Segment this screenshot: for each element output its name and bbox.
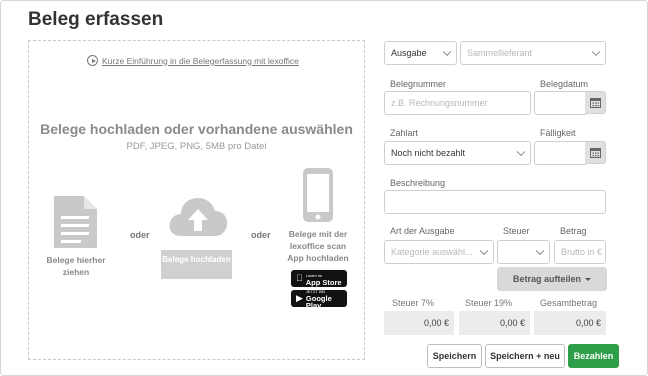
gesamt-value: 0,00 € (534, 311, 606, 335)
split-amount-label: Betrag aufteilen (512, 274, 581, 284)
zahlart-value: Noch nicht bezahlt (391, 148, 466, 158)
save-new-button[interactable]: Speichern + neu (485, 344, 565, 368)
betrag-label: Betrag (560, 226, 587, 236)
upload-formats: PDF, JPEG, PNG, 5MB pro Datei (126, 141, 267, 152)
app-label: Belege mit der lexoffice scan App hochla… (287, 229, 349, 263)
beschreibung-input[interactable] (384, 190, 606, 214)
google-play-big: Google Play (305, 294, 332, 310)
art-label: Art der Ausgabe (390, 226, 455, 236)
split-amount-button[interactable]: Betrag aufteilen (497, 267, 607, 291)
document-icon (54, 196, 97, 248)
steuer19-value: 0,00 € (459, 311, 530, 335)
steuer7-label: Steuer 7% (392, 298, 435, 308)
pay-button[interactable]: Bezahlen (568, 344, 619, 368)
steuer19-label: Steuer 19% (465, 298, 513, 308)
chevron-down-icon (479, 246, 489, 256)
belegdatum-input[interactable] (534, 91, 586, 115)
upload-dropzone[interactable]: Kurze Einführung in die Belegerfassung m… (28, 40, 365, 360)
or-label-2: oder (251, 230, 271, 240)
betrag-input[interactable]: Brutto in € (554, 240, 606, 264)
app-store-big: App Store (299, 277, 342, 287)
calendar-button[interactable] (585, 141, 606, 164)
calendar-button[interactable] (585, 91, 606, 114)
vendor-select[interactable]: Sammellieferant (460, 41, 606, 65)
cloud-upload-icon (169, 198, 228, 236)
drag-label: Belege hierher ziehen (46, 255, 106, 277)
intro-link[interactable]: Kurze Einführung in die Belegerfassung m… (87, 55, 299, 66)
steuer7-value: 0,00 € (384, 311, 454, 335)
app-store-badge[interactable]:  Laden im App Store (291, 270, 347, 287)
google-play-badge[interactable]: ▶ JETZT BEI Google Play (291, 289, 347, 310)
belegnummer-placeholder: z.B. Rechnungsnummer (391, 98, 488, 108)
calendar-icon (589, 148, 601, 158)
belegdatum-label: Belegdatum (540, 79, 589, 89)
intro-link-text: Kurze Einführung in die Belegerfassung m… (102, 55, 299, 66)
upload-button[interactable]: Belege hochladen (161, 250, 232, 279)
type-select-value: Ausgabe (391, 48, 427, 58)
type-select[interactable]: Ausgabe (384, 41, 457, 65)
faelligkeit-input[interactable] (534, 141, 586, 165)
betrag-placeholder: Brutto in € (561, 247, 603, 257)
beschreibung-label: Beschreibung (390, 178, 446, 188)
steuer-label: Steuer (503, 226, 530, 236)
art-select[interactable]: Kategorie auswähl... (384, 240, 494, 264)
belegnummer-label: Belegnummer (390, 79, 447, 89)
caret-down-icon (585, 277, 591, 281)
play-store-icon: ▶ (296, 293, 303, 303)
chevron-down-icon (516, 147, 526, 157)
gesamt-label: Gesamtbetrag (540, 298, 598, 308)
chevron-down-icon (442, 47, 452, 57)
vendor-placeholder: Sammellieferant (467, 48, 533, 58)
save-button[interactable]: Speichern (427, 344, 482, 368)
page-title: Beleg erfassen (28, 9, 164, 30)
zahlart-select[interactable]: Noch nicht bezahlt (384, 141, 531, 165)
apple-icon:  (296, 274, 303, 283)
smartphone-icon (303, 168, 333, 222)
chevron-down-icon (535, 246, 545, 256)
chevron-down-icon (591, 47, 601, 57)
upload-heading: Belege hochladen oder vorhandene auswähl… (40, 121, 353, 137)
steuer-select[interactable] (497, 240, 550, 264)
or-label-1: oder (130, 230, 150, 240)
zahlart-label: Zahlart (390, 128, 419, 138)
play-icon (87, 55, 98, 66)
art-placeholder: Kategorie auswähl... (391, 247, 473, 257)
faelligkeit-label: Fälligkeit (540, 128, 576, 138)
calendar-icon (589, 98, 601, 108)
belegnummer-input[interactable]: z.B. Rechnungsnummer (384, 91, 531, 115)
